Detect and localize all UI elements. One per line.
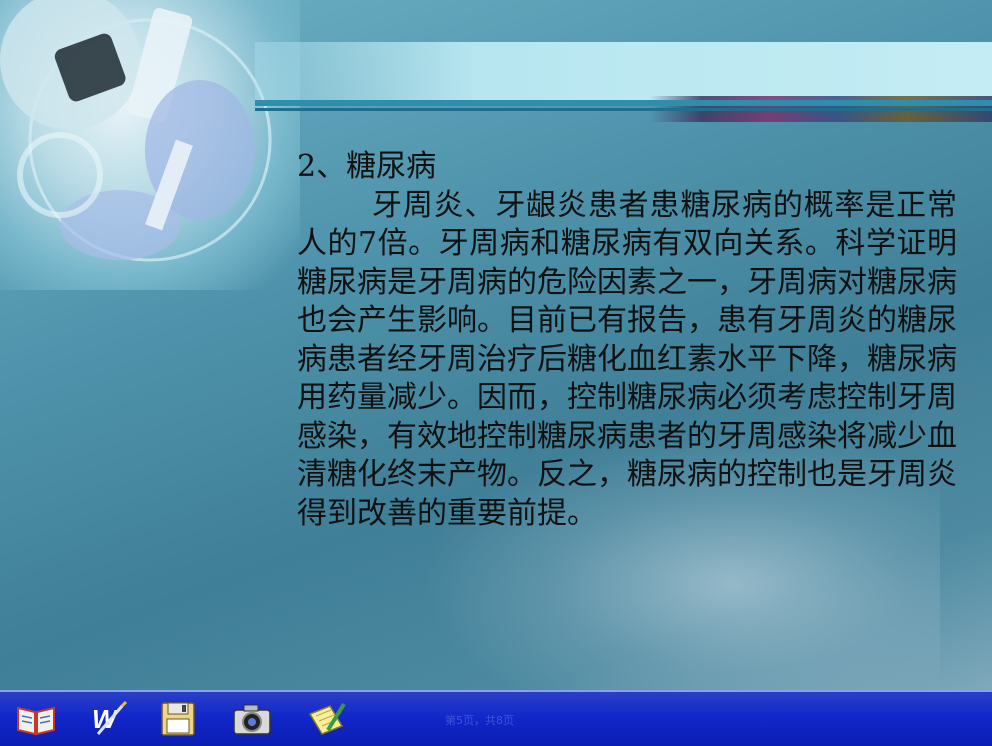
open-book-icon xyxy=(17,706,55,736)
camera-icon xyxy=(233,704,271,735)
header-divider-thin xyxy=(255,108,992,111)
slide-text-block: 2、糖尿病 牙周炎、牙龈炎患者患糖尿病的概率是正常人的7倍。牙周病和糖尿病有双向… xyxy=(297,148,957,533)
page-indicator: 第5页，共8页 xyxy=(445,714,514,727)
slide-canvas: 2、糖尿病 牙周炎、牙龈炎患者患糖尿病的概率是正常人的7倍。牙周病和糖尿病有双向… xyxy=(0,0,992,690)
camera-button[interactable] xyxy=(230,698,274,740)
decorative-header-band xyxy=(255,42,992,100)
word-document-button[interactable]: W xyxy=(88,698,132,740)
slide-heading: 2、糖尿病 xyxy=(297,149,437,184)
svg-text:W: W xyxy=(92,704,119,734)
floppy-disk-icon xyxy=(161,702,195,736)
slide-body-paragraph: 牙周炎、牙龈炎患者患糖尿病的概率是正常人的7倍。牙周病和糖尿病有双向关系。科学证… xyxy=(297,187,957,531)
word-document-icon: W xyxy=(92,700,128,735)
save-button[interactable] xyxy=(156,698,200,740)
open-book-button[interactable] xyxy=(14,698,58,740)
notepad-pencil-icon xyxy=(308,702,346,735)
notepad-button[interactable] xyxy=(304,698,348,740)
bottom-toolbar: W 第5页，共8页 xyxy=(0,690,992,746)
header-divider xyxy=(255,100,992,106)
